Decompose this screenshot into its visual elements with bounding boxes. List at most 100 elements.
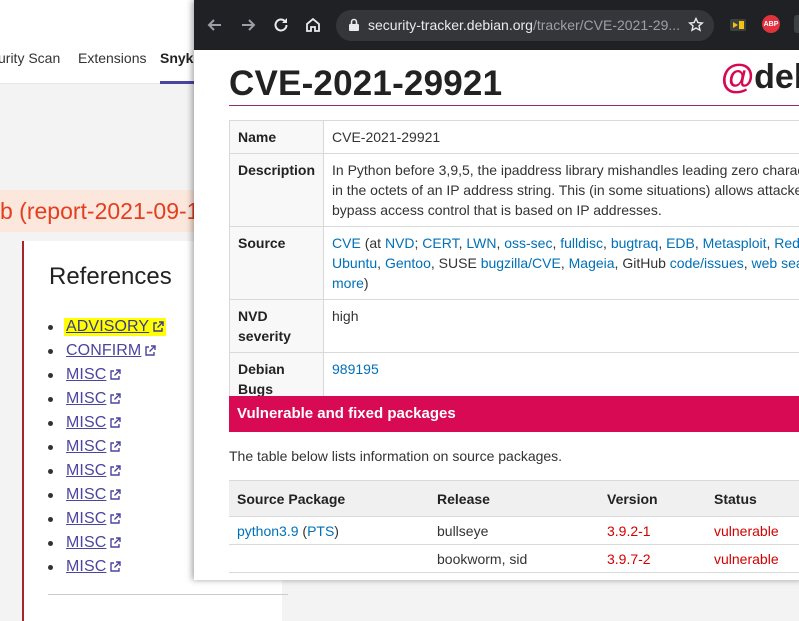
info-row-source: Source CVE (at NVD; CERT, LWN, oss-sec, … [230, 227, 799, 300]
status-cell: vulnerable [706, 517, 799, 545]
source-link[interactable]: code/issues [670, 255, 744, 271]
description-line: in the octets of an IP address string. T… [332, 180, 799, 200]
browser-window: security-tracker.debian.org/tracker/CVE-… [194, 0, 799, 580]
source-link[interactable]: fulldisc [560, 235, 603, 251]
bullet [48, 421, 53, 426]
source-link[interactable]: EDB [666, 235, 695, 251]
external-link-icon [109, 513, 121, 525]
description-line: bypass access control that is based on I… [332, 200, 799, 220]
reload-button[interactable] [270, 14, 292, 36]
reference-link[interactable]: MISC [64, 414, 123, 432]
source-link-more[interactable]: more [332, 275, 364, 291]
source-link[interactable]: Red [774, 235, 799, 251]
vulnerable-packages-description: The table below lists information on sou… [229, 448, 562, 464]
page-content: CVE-2021-29921 @debi Name CVE-2021-29921… [194, 50, 799, 580]
back-button[interactable] [204, 14, 226, 36]
description-line: In Python before 3,9,5, the ipaddress li… [332, 160, 799, 180]
reference-link[interactable]: MISC [64, 534, 123, 552]
reference-link[interactable]: MISC [64, 486, 123, 504]
pts-link[interactable]: PTS [307, 523, 334, 539]
source-link[interactable]: CERT [422, 235, 458, 251]
description-value: In Python before 3,9,5, the ipaddress li… [324, 154, 799, 227]
nvd-label-line: severity [238, 326, 315, 346]
extension-icon-partial[interactable] [794, 15, 799, 33]
reference-link[interactable]: MISC [64, 462, 123, 480]
back-arrow-icon [206, 16, 224, 34]
address-bar[interactable]: security-tracker.debian.org/tracker/CVE-… [336, 10, 714, 41]
reference-link[interactable]: MISC [64, 558, 123, 576]
reference-link-label: MISC [66, 366, 106, 384]
reference-link[interactable]: ADVISORY [64, 318, 166, 336]
tab-extensions[interactable]: Extensions [78, 50, 146, 66]
source-link[interactable]: Gentoo [385, 255, 431, 271]
bullet [48, 565, 53, 570]
source-link[interactable]: oss-sec [504, 235, 552, 251]
reference-link-label: MISC [66, 534, 106, 552]
reference-link-label: MISC [66, 390, 106, 408]
source-link[interactable]: bugzilla/CVE [481, 255, 561, 271]
reference-link-label: MISC [66, 558, 106, 576]
source-link-mageia[interactable]: Mageia [569, 255, 615, 271]
package-cell [229, 545, 429, 573]
list-item: MISC [48, 435, 166, 459]
references-list: ADVISORY CONFIRM MISC MISC MISC MISC MISC MISC M… [48, 315, 166, 579]
bookmark-star-icon[interactable] [688, 17, 704, 33]
name-label: Name [230, 121, 324, 154]
info-row-description: Description In Python before 3,9,5, the … [230, 154, 799, 227]
bug-link[interactable]: 989195 [332, 361, 379, 377]
source-github: GitHub [622, 255, 666, 271]
forward-arrow-icon [239, 16, 257, 34]
list-item: MISC [48, 531, 166, 555]
list-item: CONFIRM [48, 339, 166, 363]
vulnerable-packages-header: Vulnerable and fixed packages [229, 396, 799, 432]
home-icon [304, 16, 322, 34]
reference-link[interactable]: CONFIRM [64, 342, 158, 360]
reference-link[interactable]: MISC [64, 510, 123, 528]
reference-link-label: MISC [66, 510, 106, 528]
bullet [48, 445, 53, 450]
url-text[interactable]: security-tracker.debian.org/tracker/CVE-… [368, 17, 680, 33]
forward-button[interactable] [237, 14, 259, 36]
reference-link-label: CONFIRM [66, 342, 141, 360]
lock-icon[interactable] [348, 18, 360, 32]
description-label: Description [230, 154, 324, 227]
debian-logo[interactable]: @debi [721, 58, 799, 97]
source-link[interactable]: bugtraq [611, 235, 658, 251]
external-link-icon [109, 465, 121, 477]
reference-link[interactable]: MISC [64, 366, 123, 384]
bugs-label-line: Debian [238, 359, 315, 379]
nvd-label-line: NVD [238, 306, 315, 326]
adblock-plus-icon[interactable]: ABP [762, 15, 780, 33]
list-item: ADVISORY [48, 315, 166, 339]
reference-link[interactable]: MISC [64, 390, 123, 408]
reference-link-label: ADVISORY [66, 318, 149, 336]
packages-table: Source Package Release Version Status py… [229, 480, 799, 573]
home-button[interactable] [302, 14, 324, 36]
source-link[interactable]: web sea [752, 255, 799, 271]
source-link[interactable]: Metasploit [703, 235, 767, 251]
source-link-cve[interactable]: CVE [332, 235, 361, 251]
source-link[interactable]: LWN [466, 235, 496, 251]
reference-link[interactable]: MISC [64, 438, 123, 456]
package-link[interactable]: python3.9 [237, 523, 299, 539]
bullet [48, 541, 53, 546]
info-row-nvd: NVDseverity high [230, 300, 799, 353]
browser-toolbar: security-tracker.debian.org/tracker/CVE-… [194, 0, 799, 50]
extension-icon[interactable] [729, 16, 747, 34]
external-link-icon [152, 321, 164, 333]
status-cell: vulnerable [706, 545, 799, 573]
reference-link-label: MISC [66, 414, 106, 432]
source-link[interactable]: NVD [385, 235, 415, 251]
list-item: MISC [48, 555, 166, 579]
name-value: CVE-2021-29921 [324, 121, 799, 154]
tab-security-scan[interactable]: urity Scan [0, 50, 60, 66]
source-suse: SUSE [439, 255, 477, 271]
tab-snyk[interactable]: Snyk [160, 50, 193, 66]
list-item: MISC [48, 387, 166, 411]
release-cell: bookworm, sid [429, 545, 599, 573]
divider [48, 594, 288, 595]
table-row: python3.9 (PTS)bullseye3.9.2-1vulnerable [229, 517, 799, 545]
column-header: Release [429, 481, 599, 517]
source-link[interactable]: Ubuntu [332, 255, 377, 271]
column-header: Status [706, 481, 799, 517]
